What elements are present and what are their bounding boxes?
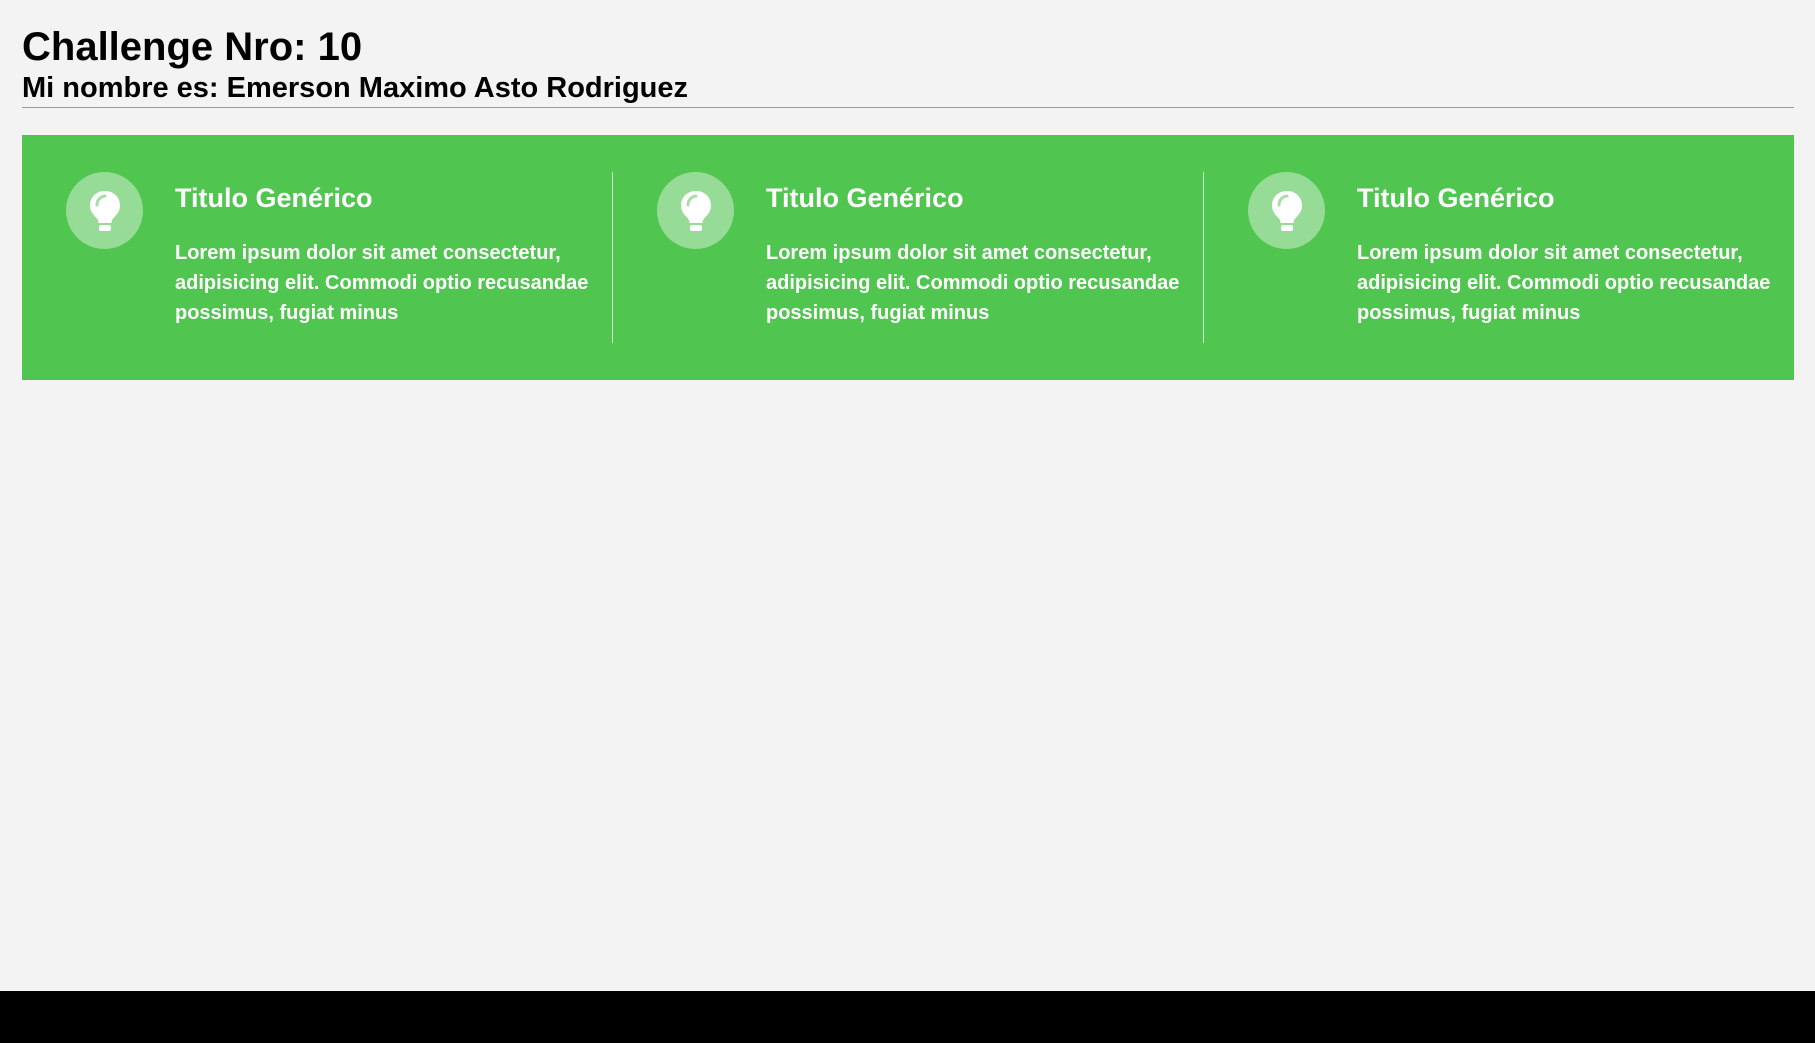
feature-card-text: Lorem ipsum dolor sit amet consectetur, … <box>766 242 1180 324</box>
feature-card: Titulo Genérico Lorem ipsum dolor sit am… <box>1204 172 1794 343</box>
feature-card-body: Titulo Genérico Lorem ipsum dolor sit am… <box>1357 172 1772 343</box>
bottom-black-bar <box>0 991 1815 1043</box>
feature-card-title: Titulo Genérico <box>1357 183 1555 213</box>
feature-card-text: Lorem ipsum dolor sit amet consectetur, … <box>1357 242 1771 324</box>
feature-card: Titulo Genérico Lorem ipsum dolor sit am… <box>613 172 1204 343</box>
feature-card-text: Lorem ipsum dolor sit amet consectetur, … <box>175 242 589 324</box>
header-divider <box>22 107 1794 108</box>
lightbulb-icon <box>1248 172 1325 249</box>
author-subtitle: Mi nombre es: Emerson Maximo Asto Rodrig… <box>22 72 689 104</box>
feature-card-body: Titulo Genérico Lorem ipsum dolor sit am… <box>175 172 590 343</box>
page-content: Challenge Nro: 10 Mi nombre es: Emerson … <box>0 0 1815 380</box>
lightbulb-icon <box>66 172 143 249</box>
feature-card-title: Titulo Genérico <box>175 183 373 213</box>
feature-card-title: Titulo Genérico <box>766 183 964 213</box>
feature-card: Titulo Genérico Lorem ipsum dolor sit am… <box>22 172 613 343</box>
lightbulb-icon <box>657 172 734 249</box>
feature-card-body: Titulo Genérico Lorem ipsum dolor sit am… <box>766 172 1181 343</box>
page-title: Challenge Nro: 10 <box>22 25 363 69</box>
features-banner: Titulo Genérico Lorem ipsum dolor sit am… <box>22 135 1794 380</box>
